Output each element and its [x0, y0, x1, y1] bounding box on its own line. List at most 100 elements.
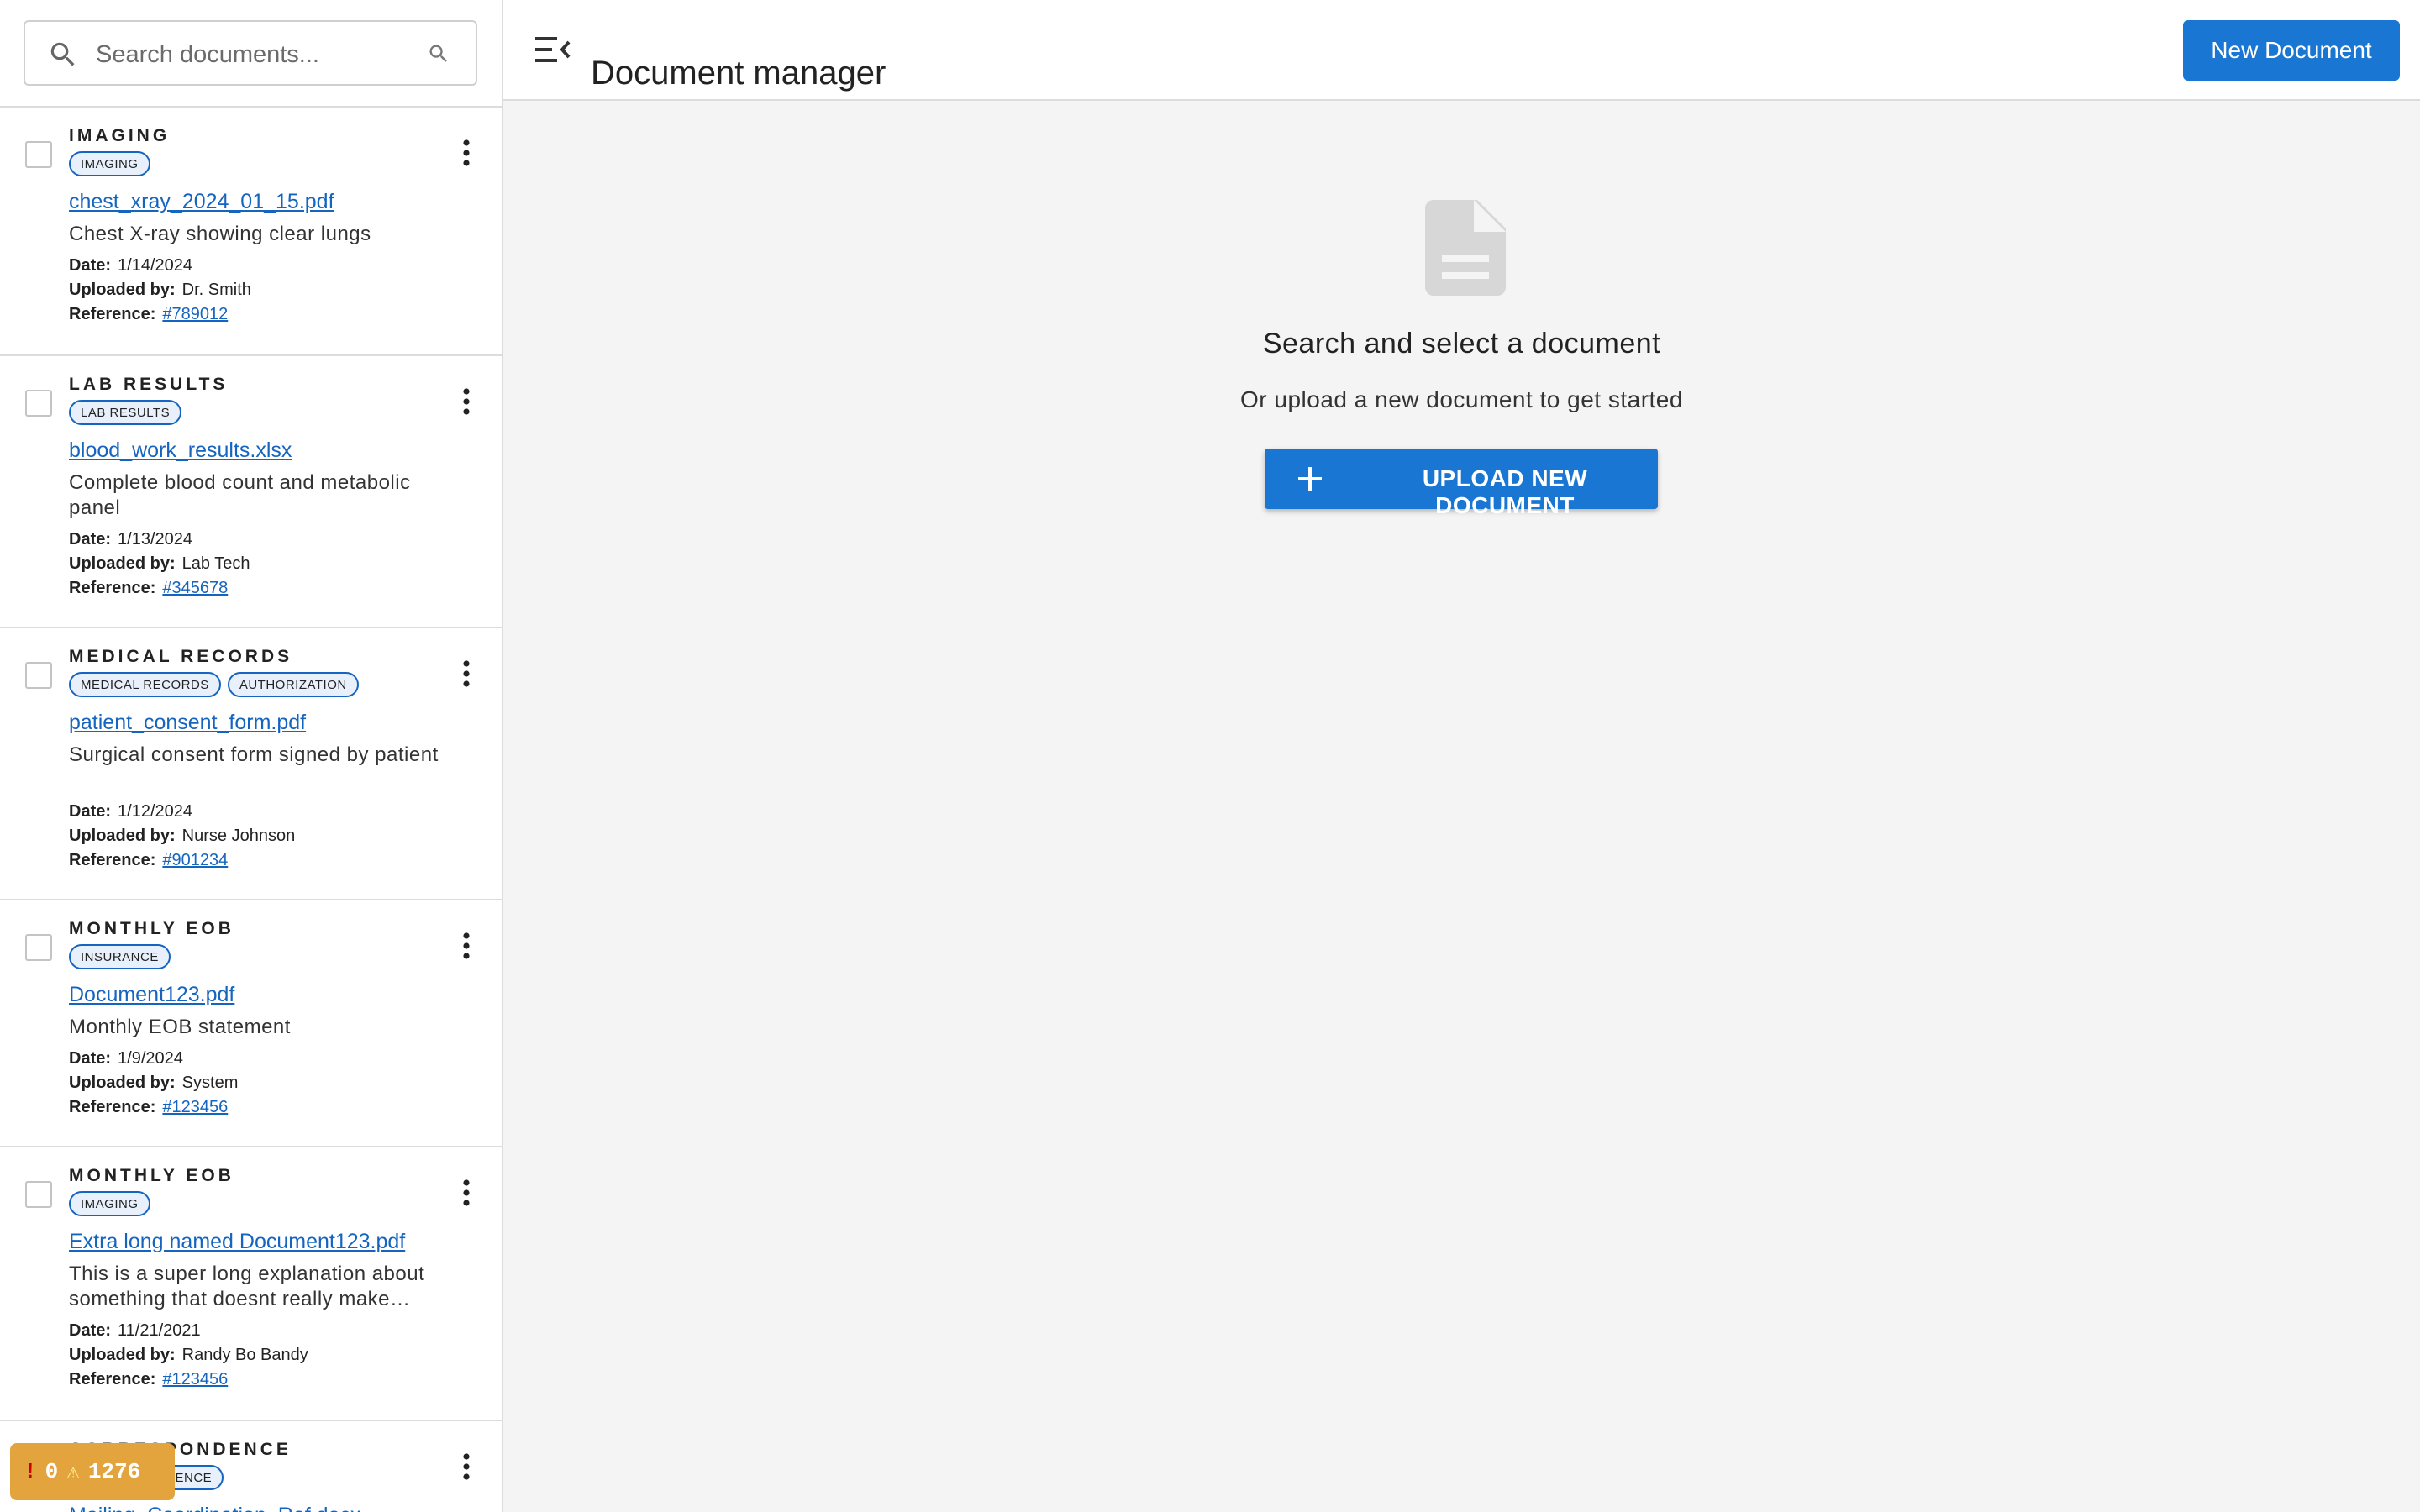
reference-row: Reference: #901234 [69, 848, 443, 873]
reference-row: Reference: #123456 [69, 1368, 443, 1392]
document-checkbox[interactable] [25, 934, 52, 961]
document-tag: MEDICAL RECORDS [69, 672, 221, 697]
uploaded-by-value: Lab Tech [182, 554, 250, 573]
error-icon: ! [24, 1459, 37, 1484]
tag-list: LAB RESULTS [69, 400, 443, 428]
dev-error-badge[interactable]: ! 0 ⚠ 1276 [10, 1443, 175, 1500]
tag-list: MEDICAL RECORDS AUTHORIZATION [69, 672, 443, 701]
tag-list: INSURANCE [69, 944, 443, 973]
uploaded-by-row: Uploaded by: System [69, 1071, 443, 1095]
uploaded-by-label: Uploaded by: [69, 554, 176, 573]
reference-link[interactable]: #345678 [162, 579, 228, 597]
top-bar: Document manager New Document [503, 0, 2420, 101]
more-vert-icon[interactable] [454, 657, 479, 690]
reference-row: Reference: #345678 [69, 576, 443, 601]
more-vert-icon[interactable] [454, 1450, 479, 1483]
more-vert-icon[interactable] [454, 385, 479, 418]
document-checkbox[interactable] [25, 662, 52, 689]
document-tag: AUTHORIZATION [227, 672, 359, 697]
document-file-link[interactable]: chest_xray_2024_01_15.pdf [69, 188, 443, 215]
document-list: IMAGING IMAGING chest_xray_2024_01_15.pdf C… [0, 108, 502, 1512]
document-file-link[interactable]: Document123.pdf [69, 981, 443, 1008]
document-file-link[interactable]: Mailing_Coordination_Ref.docx [69, 1502, 443, 1512]
date-row: Date: 1/9/2024 [69, 1047, 443, 1071]
upload-new-document-button[interactable]: UPLOAD NEW DOCUMENT [1265, 449, 1658, 518]
date-value: 1/13/2024 [118, 530, 192, 549]
reference-link[interactable]: #789012 [162, 305, 228, 323]
document-list-item[interactable]: MEDICAL RECORDS MEDICAL RECORDS AUTHORIZAT… [0, 628, 502, 900]
menu-collapse-icon[interactable] [535, 35, 571, 64]
uploaded-by-row: Uploaded by: Dr. Smith [69, 278, 443, 302]
document-meta: Date: 1/13/2024 Uploaded by: Lab Tech Refere… [69, 528, 443, 601]
more-vert-icon[interactable] [454, 929, 479, 963]
uploaded-by-row: Uploaded by: Nurse Johnson [69, 824, 443, 848]
uploaded-by-value: Randy Bo Bandy [182, 1346, 308, 1364]
document-description: Complete blood count and metabolic panel [69, 471, 411, 519]
empty-state-subtitle: Or upload a new document to get started [1240, 386, 1683, 412]
document-list-item[interactable]: MONTHLY EOB IMAGING Extra long named Docum… [0, 1147, 502, 1421]
date-label: Date: [69, 802, 112, 821]
uploaded-by-label: Uploaded by: [69, 1346, 176, 1364]
document-list-item[interactable]: IMAGING IMAGING chest_xray_2024_01_15.pdf C… [0, 108, 502, 356]
uploaded-by-value: System [182, 1074, 239, 1092]
new-document-button[interactable]: New Document [2183, 20, 2400, 81]
more-vert-icon[interactable] [454, 1176, 479, 1210]
search-box[interactable] [24, 20, 477, 86]
reference-link[interactable]: #123456 [162, 1370, 228, 1389]
document-file-link[interactable]: Extra long named Document123.pdf [69, 1228, 443, 1255]
document-description: Surgical consent form signed by patient [69, 743, 439, 766]
date-row: Date: 1/13/2024 [69, 528, 443, 552]
uploaded-by-label: Uploaded by: [69, 1074, 176, 1092]
date-label: Date: [69, 256, 112, 275]
document-category: LAB RESULTS [69, 375, 229, 394]
warning-icon: ⚠ [66, 1459, 80, 1485]
document-tag: IMAGING [69, 1191, 150, 1216]
document-details: MONTHLY EOB IMAGING Extra long named Docum… [69, 1164, 443, 1392]
document-checkbox[interactable] [25, 1181, 52, 1208]
date-value: 11/21/2021 [118, 1321, 201, 1340]
page-title: Document manager [591, 54, 886, 92]
date-value: 1/9/2024 [118, 1049, 183, 1068]
date-row: Date: 1/12/2024 [69, 800, 443, 824]
empty-state-title: Search and select a document [1262, 328, 1661, 360]
document-description: Monthly EOB statement [69, 1016, 291, 1038]
document-details: LAB RESULTS LAB RESULTS blood_work_results… [69, 373, 443, 601]
uploaded-by-label: Uploaded by: [69, 827, 176, 845]
reference-row: Reference: #789012 [69, 302, 443, 327]
date-value: 1/12/2024 [118, 802, 192, 821]
document-file-link[interactable]: blood_work_results.xlsx [69, 437, 443, 464]
uploaded-by-label: Uploaded by: [69, 281, 176, 299]
reference-label: Reference: [69, 851, 156, 869]
document-category: MONTHLY EOB [69, 919, 234, 938]
uploaded-by-value: Nurse Johnson [182, 827, 296, 845]
date-label: Date: [69, 1049, 112, 1068]
search-area [0, 0, 502, 108]
more-vert-icon[interactable] [454, 136, 479, 170]
search-icon [50, 42, 75, 66]
document-tag: LAB RESULTS [69, 400, 182, 425]
document-list-item[interactable]: MONTHLY EOB INSURANCE Document123.pdf Month… [0, 900, 502, 1147]
warning-count: 1276 [87, 1459, 141, 1484]
document-tag: INSURANCE [69, 944, 171, 969]
empty-state: Search and select a document Or upload a… [503, 102, 2420, 1512]
tag-list: IMAGING [69, 1191, 443, 1220]
reference-label: Reference: [69, 1370, 156, 1389]
upload-button-label: UPLOAD NEW DOCUMENT [1422, 465, 1588, 518]
document-checkbox[interactable] [25, 390, 52, 417]
document-details: MONTHLY EOB INSURANCE Document123.pdf Month… [69, 917, 443, 1120]
document-meta: Date: 1/12/2024 Uploaded by: Nurse Johnson R… [69, 800, 443, 873]
document-icon [1425, 200, 1506, 296]
document-checkbox[interactable] [25, 141, 52, 168]
reference-row: Reference: #123456 [69, 1095, 443, 1120]
reference-link[interactable]: #123456 [162, 1098, 228, 1116]
search-input[interactable] [94, 34, 417, 76]
document-list-item[interactable]: LAB RESULTS LAB RESULTS blood_work_results… [0, 356, 502, 628]
document-category: MONTHLY EOB [69, 1166, 234, 1185]
date-label: Date: [69, 1321, 112, 1340]
document-file-link[interactable]: patient_consent_form.pdf [69, 709, 443, 736]
document-meta: Date: 1/14/2024 Uploaded by: Dr. Smith Refer… [69, 254, 443, 327]
document-sidebar: IMAGING IMAGING chest_xray_2024_01_15.pdf C… [0, 0, 503, 1512]
search-submit-icon[interactable] [427, 42, 450, 66]
reference-link[interactable]: #901234 [162, 851, 228, 869]
document-category: MEDICAL RECORDS [69, 647, 293, 666]
